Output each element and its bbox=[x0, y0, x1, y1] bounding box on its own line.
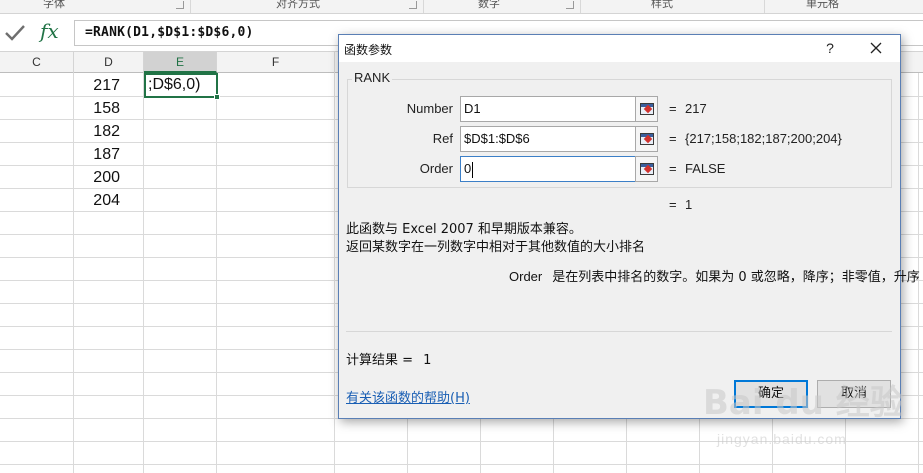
calc-result-label: 计算结果 = bbox=[346, 353, 414, 368]
equals-sign: = bbox=[669, 101, 677, 116]
formula-text: =RANK(D1,$D$1:$D$6,0) bbox=[85, 25, 254, 40]
column-header-d[interactable]: D bbox=[74, 52, 144, 73]
equals-sign: = bbox=[669, 131, 677, 146]
order-collapse-button[interactable] bbox=[635, 156, 658, 182]
gridline bbox=[143, 73, 144, 473]
column-header-f[interactable]: F bbox=[217, 52, 335, 73]
cell-d4[interactable]: 187 bbox=[74, 143, 120, 166]
order-arg-result: FALSE bbox=[685, 161, 726, 176]
order-arg-label: Order bbox=[419, 161, 453, 176]
ribbon-group-alignment[interactable]: 对齐方式 bbox=[276, 0, 320, 11]
cell-d5[interactable]: 200 bbox=[74, 166, 120, 189]
active-cell-e1[interactable]: ;D$6,0) bbox=[144, 73, 220, 100]
watermark-url: jingyan.baidu.com bbox=[717, 431, 847, 447]
dialog-title: 函数参数 bbox=[344, 43, 393, 57]
function-help-link[interactable]: 有关该函数的帮助(H) bbox=[346, 387, 470, 406]
alignment-dialog-launcher-icon[interactable] bbox=[409, 1, 417, 9]
watermark-logo: Bai du 经验 bbox=[703, 383, 904, 423]
cell-d6[interactable]: 204 bbox=[74, 189, 120, 212]
argument-help-text: 是在列表中排名的数字。如果为 0 或忽略，降序；非零值，升序 bbox=[552, 270, 920, 285]
function-arguments-dialog: 函数参数 ? RANK Number D1 = 217 Ref $D$1:$D$… bbox=[338, 34, 920, 419]
function-compat-note: 此函数与 Excel 2007 和早期版本兼容。 bbox=[346, 222, 582, 237]
function-description: 返回某数字在一列数字中相对于其他数值的大小排名 bbox=[346, 240, 646, 255]
ref-arg-label: Ref bbox=[432, 131, 453, 146]
ribbon-group-styles[interactable]: 样式 bbox=[651, 0, 673, 11]
number-arg-input[interactable]: D1 bbox=[460, 96, 657, 122]
column-header-e[interactable]: E bbox=[144, 52, 217, 73]
number-arg-label: Number bbox=[406, 101, 453, 116]
cell-d3[interactable]: 182 bbox=[74, 120, 120, 143]
gridline bbox=[216, 73, 217, 473]
ribbon-group-strip: 字体 对齐方式 数字 样式 单元格 bbox=[0, 0, 923, 14]
order-arg-value: 0 bbox=[464, 161, 472, 176]
function-result-value: 1 bbox=[685, 197, 693, 212]
ref-arg-input[interactable]: $D$1:$D$6 bbox=[460, 126, 657, 152]
cell-d1[interactable]: 217 bbox=[74, 74, 120, 97]
calc-result-value: 1 bbox=[423, 353, 432, 368]
ref-collapse-button[interactable] bbox=[635, 126, 658, 152]
equals-sign: = bbox=[669, 197, 677, 212]
ribbon-separator bbox=[190, 0, 191, 13]
number-arg-result: 217 bbox=[685, 101, 707, 116]
active-cell-text: ;D$6,0) bbox=[148, 76, 201, 93]
equals-sign: = bbox=[669, 161, 677, 176]
help-button[interactable]: ? bbox=[821, 38, 839, 58]
argument-help: Order 是在列表中排名的数字。如果为 0 或忽略，降序；非零值，升序 bbox=[509, 266, 920, 285]
cell-d2[interactable]: 158 bbox=[74, 97, 120, 120]
number-collapse-button[interactable] bbox=[635, 96, 658, 122]
check-icon[interactable] bbox=[4, 23, 26, 43]
font-dialog-launcher-icon[interactable] bbox=[176, 1, 184, 9]
insert-function-icon[interactable]: fx bbox=[40, 19, 59, 43]
gridline bbox=[334, 73, 335, 473]
order-arg-input[interactable]: 0 bbox=[460, 156, 657, 182]
ribbon-group-cells[interactable]: 单元格 bbox=[806, 0, 839, 11]
column-header-c[interactable]: C bbox=[0, 52, 74, 73]
fill-handle[interactable] bbox=[214, 94, 220, 100]
text-caret bbox=[472, 161, 474, 178]
baidu-watermark: Bai du 经验 jingyan.baidu.com bbox=[703, 375, 904, 465]
number-dialog-launcher-icon[interactable] bbox=[566, 1, 574, 9]
function-name-label: RANK bbox=[352, 70, 393, 85]
ribbon-group-number[interactable]: 数字 bbox=[478, 0, 500, 11]
ribbon-separator bbox=[580, 0, 581, 13]
ribbon-group-font[interactable]: 字体 bbox=[43, 0, 65, 11]
ref-arg-result: {217;158;182;187;200;204} bbox=[685, 131, 842, 146]
dialog-titlebar[interactable]: 函数参数 ? bbox=[339, 35, 900, 62]
ref-arg-value: $D$1:$D$6 bbox=[464, 131, 530, 146]
divider bbox=[346, 331, 892, 332]
number-arg-value: D1 bbox=[464, 101, 481, 116]
ribbon-separator bbox=[764, 0, 765, 13]
calculation-result: 计算结果 = 1 bbox=[346, 349, 431, 368]
close-icon[interactable] bbox=[866, 38, 886, 58]
argument-help-name: Order bbox=[509, 269, 543, 284]
ribbon-separator bbox=[423, 0, 424, 13]
